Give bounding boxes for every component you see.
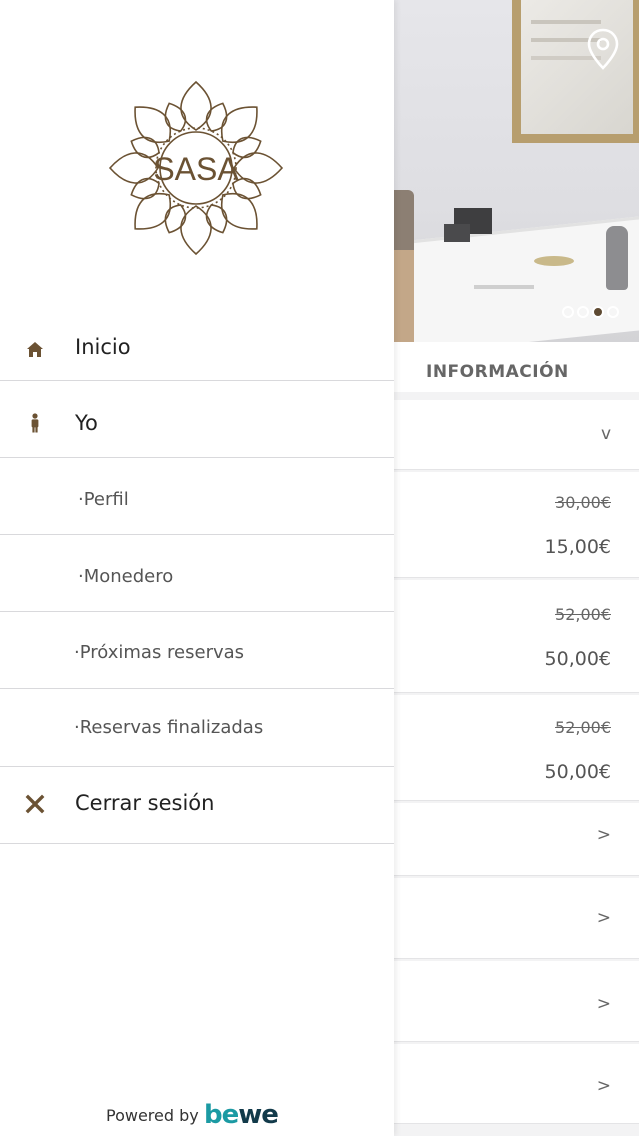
bewe-logo-part1: be: [204, 1100, 239, 1130]
carousel-dot[interactable]: [607, 306, 619, 318]
list-row[interactable]: >: [394, 1044, 639, 1124]
section-title: INFORMACIÓN: [426, 362, 569, 382]
menu-item-profile[interactable]: ·Perfil: [0, 458, 394, 535]
close-icon: [25, 794, 45, 814]
menu-item-label: Yo: [75, 411, 98, 435]
old-price: 52,00€: [555, 605, 611, 624]
submenu-label: ·Reservas finalizadas: [74, 717, 264, 738]
carousel-indicator[interactable]: [562, 306, 619, 318]
salon-photo-carousel[interactable]: [394, 0, 639, 342]
menu-item-home[interactable]: Inicio: [0, 316, 394, 381]
photo-tray: [534, 256, 574, 266]
menu-item-finished-bookings[interactable]: ·Reservas finalizadas: [0, 689, 394, 767]
list-row[interactable]: >: [394, 803, 639, 876]
photo-vase: [606, 226, 628, 290]
chevron-right-icon[interactable]: >: [597, 994, 611, 1014]
new-price: 15,00€: [544, 536, 611, 558]
photo-box-small: [444, 224, 470, 242]
photo-mirror: [512, 0, 639, 143]
location-pin-icon[interactable]: [586, 28, 620, 70]
chevron-right-icon[interactable]: >: [597, 1076, 611, 1096]
list-row[interactable]: >: [394, 878, 639, 959]
chevron-right-icon[interactable]: >: [597, 825, 611, 845]
service-row[interactable]: 52,00€ 50,00€: [394, 580, 639, 693]
navigation-drawer: SASA Inicio Yo ·Perfil ·Monedero ·Próxim…: [0, 0, 394, 1136]
list-row[interactable]: >: [394, 961, 639, 1042]
service-row[interactable]: 30,00€ 15,00€: [394, 472, 639, 578]
expandable-row[interactable]: v: [394, 400, 639, 470]
carousel-dot[interactable]: [577, 306, 589, 318]
person-icon: [31, 413, 39, 433]
submenu-label: ·Perfil: [78, 489, 129, 510]
carousel-dot[interactable]: [562, 306, 574, 318]
background-page: INFORMACIÓN v 30,00€ 15,00€ 52,00€ 50,00…: [394, 0, 639, 1136]
sasa-logo: SASA: [108, 80, 284, 256]
service-row[interactable]: 52,00€ 50,00€: [394, 695, 639, 801]
powered-by-label: Powered by: [106, 1106, 199, 1125]
submenu-label: ·Monedero: [78, 566, 174, 587]
menu-item-wallet[interactable]: ·Monedero: [0, 535, 394, 612]
carousel-dot-active[interactable]: [592, 306, 604, 318]
logo-text: SASA: [153, 151, 239, 187]
new-price: 50,00€: [544, 648, 611, 670]
home-icon: [27, 342, 43, 357]
expand-arrow-icon[interactable]: v: [601, 424, 611, 444]
menu-item-logout[interactable]: Cerrar sesión: [0, 767, 394, 844]
bewe-logo-part2: we: [238, 1100, 279, 1130]
new-price: 50,00€: [544, 761, 611, 783]
submenu-label: ·Próximas reservas: [74, 642, 245, 663]
menu-item-upcoming-bookings[interactable]: ·Próximas reservas: [0, 612, 394, 689]
chevron-right-icon[interactable]: >: [597, 908, 611, 928]
bewe-logo[interactable]: bewe: [204, 1100, 279, 1130]
menu-item-label: Cerrar sesión: [75, 791, 215, 815]
menu-item-me[interactable]: Yo: [0, 381, 394, 458]
photo-drawer: [474, 285, 534, 289]
old-price: 30,00€: [555, 493, 611, 512]
menu-item-label: Inicio: [75, 335, 131, 359]
old-price: 52,00€: [555, 718, 611, 737]
